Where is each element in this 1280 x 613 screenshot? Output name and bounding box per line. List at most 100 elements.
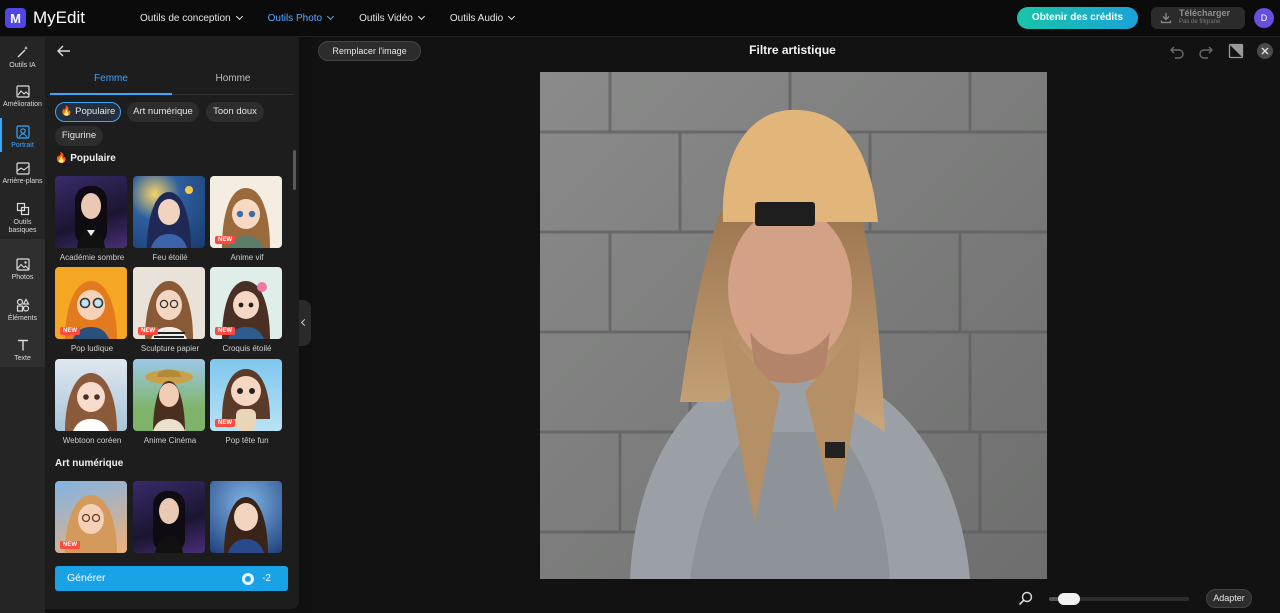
- tab-homme[interactable]: Homme: [172, 67, 294, 95]
- chevron-down-icon: [508, 12, 516, 21]
- rail-label: Portrait: [11, 142, 34, 149]
- rail-item-basic-tools[interactable]: Outils basiques: [0, 202, 45, 235]
- fit-button[interactable]: Adapter: [1206, 589, 1252, 608]
- section-title-populaire: 🔥 Populaire: [55, 153, 116, 164]
- style-thumbnail: [210, 481, 282, 553]
- rail-item-elements[interactable]: Éléments: [0, 298, 45, 323]
- style-label: Sculpture papier: [140, 344, 200, 353]
- style-thumbnail: [133, 359, 205, 431]
- enhance-image-icon: [15, 85, 30, 98]
- zoom-icon[interactable]: [1018, 591, 1033, 606]
- style-card[interactable]: Anime Cinéma: [133, 359, 207, 445]
- style-thumbnail: NEW: [210, 176, 282, 248]
- get-credits-button[interactable]: Obtenir des crédits: [1017, 7, 1138, 29]
- chevron-left-icon: [300, 318, 309, 327]
- chevron-down-icon: [327, 12, 335, 21]
- logo-mark: M: [5, 8, 26, 28]
- zoom-slider-handle[interactable]: [1058, 593, 1080, 605]
- compare-icon[interactable]: [1228, 43, 1244, 59]
- style-label: Pop tête fun: [225, 436, 269, 445]
- style-thumbnail: NEW: [210, 267, 282, 339]
- edited-photo[interactable]: [540, 72, 1047, 579]
- credit-coin-icon: [242, 572, 255, 585]
- panel-scrollbar[interactable]: [293, 150, 296, 190]
- style-thumbnail: NEW: [133, 267, 205, 339]
- rail-label: Arrière-plans: [2, 178, 43, 185]
- undo-icon[interactable]: [1169, 43, 1185, 59]
- chevron-down-icon: [235, 12, 243, 21]
- rail-label: Éléments: [7, 315, 38, 322]
- rail-label: Amélioration: [3, 101, 42, 108]
- tab-femme[interactable]: Femme: [50, 67, 172, 95]
- magic-wand-icon: [17, 46, 28, 58]
- nav-label: Outils Vidéo: [359, 13, 413, 24]
- rail-item-ai-tools[interactable]: Outils IA: [0, 45, 45, 70]
- rail-label: Outils basiques: [8, 219, 37, 234]
- style-label: Académie sombre: [59, 253, 125, 262]
- style-label: Webtoon coréen: [62, 436, 122, 445]
- style-thumbnail: [55, 359, 127, 431]
- style-thumbnail: [133, 176, 205, 248]
- rail-item-backgrounds[interactable]: Arrière-plans: [0, 162, 45, 186]
- nav-item-photo-tools[interactable]: Outils Photo: [267, 0, 335, 37]
- redo-icon[interactable]: [1198, 43, 1214, 59]
- nav-item-audio-tools[interactable]: Outils Audio: [449, 0, 516, 37]
- rail-item-text[interactable]: Texte: [0, 338, 45, 363]
- style-card[interactable]: [210, 481, 284, 553]
- rail-label: Texte: [14, 355, 31, 362]
- style-card[interactable]: Webtoon coréen: [55, 359, 129, 445]
- nav-item-video-tools[interactable]: Outils Vidéo: [359, 0, 425, 37]
- nav-label: Outils de conception: [140, 13, 231, 24]
- style-panel: Femme Homme 🔥 Populaire Art numérique To…: [45, 37, 299, 609]
- style-label: Feu étoilé: [152, 253, 188, 262]
- chip-art-numerique[interactable]: Art numérique: [127, 102, 199, 122]
- nav-label: Outils Audio: [449, 13, 504, 24]
- new-badge: NEW: [60, 327, 80, 335]
- style-card[interactable]: NEW Croquis étoilé: [210, 267, 284, 353]
- generate-label: Générer: [67, 572, 106, 584]
- chip-populaire[interactable]: 🔥 Populaire: [55, 102, 121, 122]
- style-label: Croquis étoilé: [222, 344, 272, 353]
- page-title: Filtre artistique: [749, 43, 836, 57]
- new-badge: NEW: [215, 419, 235, 427]
- generate-cost-value: -2: [262, 573, 271, 584]
- chip-figurine[interactable]: Figurine: [55, 126, 103, 146]
- style-card[interactable]: NEW Pop ludique: [55, 267, 129, 353]
- nav-item-design-tools[interactable]: Outils de conception: [140, 0, 243, 37]
- style-card[interactable]: Académie sombre: [55, 176, 129, 262]
- style-card[interactable]: NEW Pop tête fun: [210, 359, 284, 445]
- rail-item-enhance[interactable]: Amélioration: [0, 85, 45, 109]
- gender-tabs: Femme Homme: [50, 67, 294, 95]
- download-icon: [1160, 13, 1172, 24]
- new-badge: NEW: [60, 541, 80, 549]
- chip-toon-doux[interactable]: Toon doux: [206, 102, 264, 122]
- new-badge: NEW: [215, 327, 235, 335]
- zoom-slider[interactable]: [1049, 593, 1189, 605]
- new-badge: NEW: [215, 236, 235, 244]
- section-title-art-numerique: Art numérique: [55, 458, 124, 469]
- rail-item-photos[interactable]: Photos: [0, 258, 45, 282]
- app-logo[interactable]: M MyEdit: [5, 8, 85, 28]
- nav-label: Outils Photo: [267, 13, 323, 24]
- replace-image-button[interactable]: Remplacer l'image: [318, 41, 421, 61]
- close-icon[interactable]: [1257, 43, 1273, 59]
- style-thumbnail: [55, 176, 127, 248]
- style-thumbnail: [133, 481, 205, 553]
- style-thumbnail: NEW: [210, 359, 282, 431]
- style-card[interactable]: NEW: [55, 481, 129, 553]
- style-card[interactable]: [133, 481, 207, 553]
- main-nav: Outils de conception Outils Photo Outils…: [140, 0, 540, 37]
- style-card[interactable]: Feu étoilé: [133, 176, 207, 262]
- style-card[interactable]: NEW Sculpture papier: [133, 267, 207, 353]
- shapes-icon: [16, 298, 30, 312]
- avatar[interactable]: D: [1254, 8, 1274, 28]
- generate-button[interactable]: Générer -2: [55, 566, 288, 591]
- rail-item-portrait[interactable]: Portrait: [0, 125, 45, 150]
- style-label: Anime Cinéma: [143, 436, 197, 445]
- style-card[interactable]: NEW Anime vif: [210, 176, 284, 262]
- download-button[interactable]: Télécharger Pas de filigrane: [1151, 7, 1245, 29]
- style-label: Anime vif: [230, 253, 264, 262]
- back-arrow-icon[interactable]: [57, 45, 71, 57]
- collapse-panel-button[interactable]: [299, 300, 311, 346]
- style-label: Pop ludique: [70, 344, 114, 353]
